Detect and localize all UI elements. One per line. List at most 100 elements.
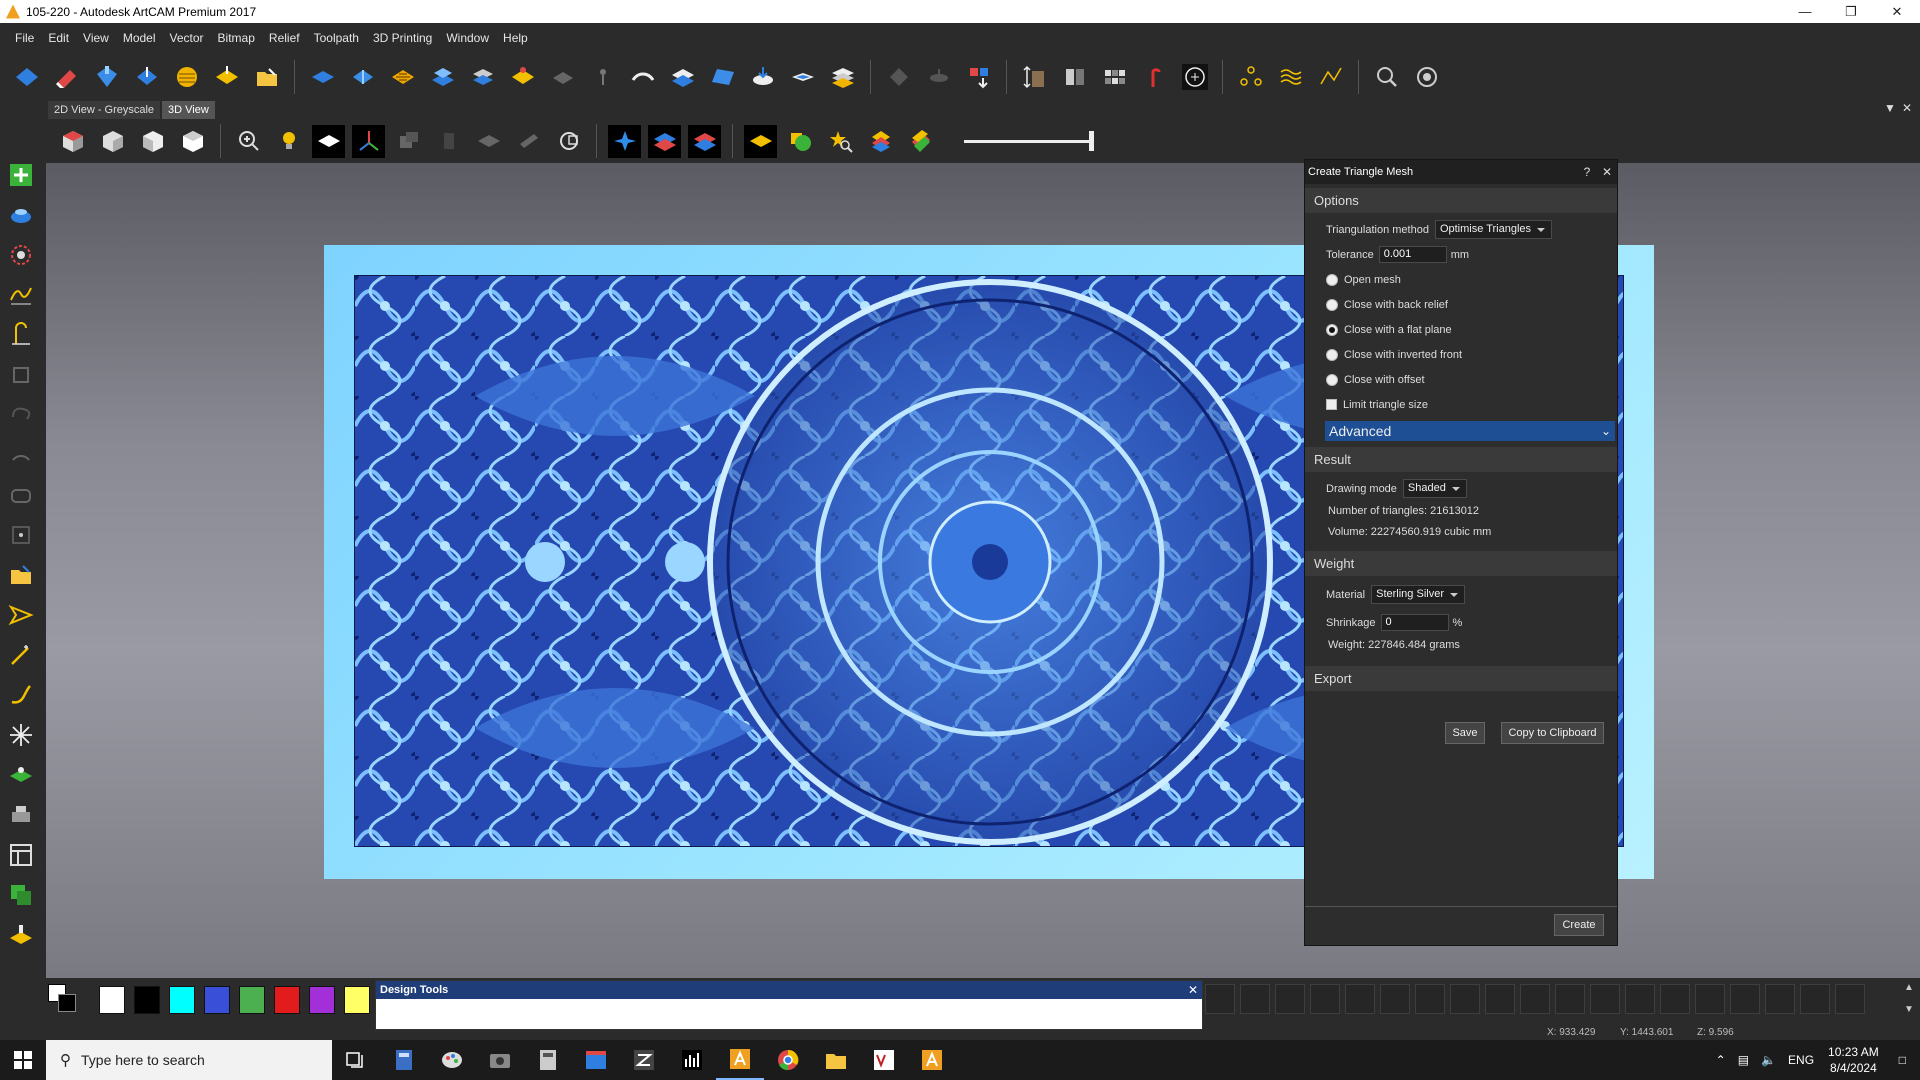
menu-model[interactable]: Model	[116, 31, 163, 45]
scroll-up-icon[interactable]: ▲	[1904, 982, 1914, 993]
texture-relief-icon[interactable]	[170, 61, 203, 94]
window-app-icon[interactable]	[572, 1040, 620, 1080]
split-relief-icon[interactable]	[346, 61, 379, 94]
gold-tray-icon[interactable]	[5, 919, 37, 951]
grey-relief-icon[interactable]	[546, 61, 579, 94]
thin-plane-icon[interactable]	[786, 61, 819, 94]
empty-slot[interactable]	[1555, 984, 1585, 1014]
empty-slot[interactable]	[1625, 984, 1655, 1014]
add-green-icon[interactable]	[5, 159, 37, 191]
rotate-view-icon[interactable]	[552, 125, 585, 158]
search-star-icon[interactable]	[824, 125, 857, 158]
zbrush-app-icon[interactable]	[620, 1040, 668, 1080]
gauge-icon[interactable]	[1178, 61, 1211, 94]
chart-app-icon[interactable]	[668, 1040, 716, 1080]
empty-slot[interactable]	[1800, 984, 1830, 1014]
view-top-icon[interactable]	[176, 125, 209, 158]
tab-2d-view[interactable]: 2D View - Greyscale	[48, 101, 161, 119]
view-left-icon[interactable]	[136, 125, 169, 158]
select-box-grey-icon[interactable]	[5, 359, 37, 391]
section-result[interactable]: Result	[1305, 447, 1617, 472]
menu-3d-printing[interactable]: 3D Printing	[366, 31, 439, 45]
paint-app-icon[interactable]	[428, 1040, 476, 1080]
disk-grey-icon[interactable]	[922, 61, 955, 94]
design-tools-close-icon[interactable]: ✕	[1188, 981, 1198, 999]
folder-relief-icon[interactable]	[250, 61, 283, 94]
calc-grey-app-icon[interactable]	[524, 1040, 572, 1080]
send-icon[interactable]	[5, 599, 37, 631]
axis-icon[interactable]	[352, 124, 385, 158]
shrinkage-input[interactable]: 0	[1380, 614, 1449, 631]
palette-swatch-black[interactable]	[134, 986, 160, 1014]
zoom-icon[interactable]	[232, 125, 265, 158]
raise-relief-icon[interactable]	[426, 61, 459, 94]
camera-app-icon[interactable]	[476, 1040, 524, 1080]
blue-plane-icon[interactable]	[706, 61, 739, 94]
file-explorer-icon[interactable]	[812, 1040, 860, 1080]
palette-swatch-purple[interactable]	[309, 986, 335, 1014]
plane-white-icon[interactable]	[312, 124, 345, 158]
copy-to-clipboard-button[interactable]: Copy to Clipboard	[1501, 722, 1604, 744]
radio-close-inverted-front[interactable]: Close with inverted front	[1305, 342, 1617, 367]
mesh-merge-icon[interactable]	[746, 61, 779, 94]
artcam-second-app-icon[interactable]	[908, 1040, 956, 1080]
diamond-grey-icon[interactable]	[882, 61, 915, 94]
tile-icon[interactable]	[1098, 61, 1131, 94]
grey-tool-icon[interactable]	[512, 125, 545, 158]
menu-edit[interactable]: Edit	[41, 31, 76, 45]
sparkle-icon[interactable]	[5, 719, 37, 751]
wave-lines-icon[interactable]	[1274, 61, 1307, 94]
arc-grey-icon[interactable]	[5, 439, 37, 471]
help-icon[interactable]: ?	[1577, 165, 1597, 179]
radio-close-back-relief[interactable]: Close with back relief	[1305, 292, 1617, 317]
limit-triangle-size-checkbox[interactable]	[1326, 399, 1337, 410]
3d-viewport[interactable]	[46, 163, 1920, 978]
relief-blue-diamond-icon[interactable]	[10, 61, 43, 94]
scale-height-icon[interactable]	[1018, 61, 1051, 94]
lasso-grey-icon[interactable]	[5, 399, 37, 431]
blue-disk-icon[interactable]	[5, 199, 37, 231]
radio-close-offset[interactable]: Close with offset	[1305, 367, 1617, 392]
yellow-relief-icon[interactable]	[506, 61, 539, 94]
settings-sphere-icon[interactable]	[1410, 61, 1443, 94]
gold-relief-icon[interactable]	[210, 61, 243, 94]
inspect-icon[interactable]	[1370, 61, 1403, 94]
scroll-down-icon[interactable]: ▼	[1904, 1004, 1914, 1015]
menu-view[interactable]: View	[76, 31, 116, 45]
magic-wand-icon[interactable]	[5, 639, 37, 671]
section-weight[interactable]: Weight	[1305, 551, 1617, 576]
zoom-slider[interactable]	[964, 131, 1094, 151]
network-icon[interactable]: ▤	[1738, 1053, 1749, 1067]
empty-slot[interactable]	[1450, 984, 1480, 1014]
light-bulb-icon[interactable]	[272, 125, 305, 158]
measure-icon[interactable]	[5, 319, 37, 351]
task-view-icon[interactable]	[332, 1040, 380, 1080]
section-export[interactable]: Export	[1305, 666, 1617, 691]
taskbar-clock[interactable]: 10:23 AM 8/4/2024	[1828, 1044, 1879, 1076]
curve-tool-icon[interactable]	[5, 279, 37, 311]
palette-swatch-blue[interactable]	[204, 986, 230, 1014]
palette-swatch-red[interactable]	[274, 986, 300, 1014]
empty-slot[interactable]	[1835, 984, 1865, 1014]
close-icon[interactable]: ✕	[1874, 0, 1920, 23]
artcam-app-icon[interactable]	[716, 1040, 764, 1080]
triangulation-method-select[interactable]: Optimise Triangles	[1434, 220, 1553, 239]
create-button[interactable]: Create	[1554, 914, 1604, 936]
notifications-icon[interactable]: □	[1899, 1053, 1906, 1067]
grey-block-icon[interactable]	[392, 125, 425, 158]
palette-swatch-cyan[interactable]	[169, 986, 195, 1014]
hook-tool-icon[interactable]	[5, 679, 37, 711]
tray-chevron-icon[interactable]: ⌃	[1716, 1053, 1726, 1067]
radio-button[interactable]	[1326, 273, 1338, 286]
volume-icon[interactable]: 🔈	[1761, 1053, 1776, 1067]
empty-slot[interactable]	[1590, 984, 1620, 1014]
calculator-app-icon[interactable]	[380, 1040, 428, 1080]
section-options[interactable]: Options	[1305, 188, 1617, 213]
taskbar-search-box[interactable]: ⚲ Type here to search	[46, 1040, 332, 1080]
color-stack-icon[interactable]	[864, 125, 897, 158]
tab-3d-view[interactable]: 3D View	[162, 101, 215, 119]
menu-bitmap[interactable]: Bitmap	[211, 31, 262, 45]
empty-slot[interactable]	[1485, 984, 1515, 1014]
empty-slot[interactable]	[1345, 984, 1375, 1014]
radio-open-mesh[interactable]: Open mesh	[1305, 267, 1617, 292]
